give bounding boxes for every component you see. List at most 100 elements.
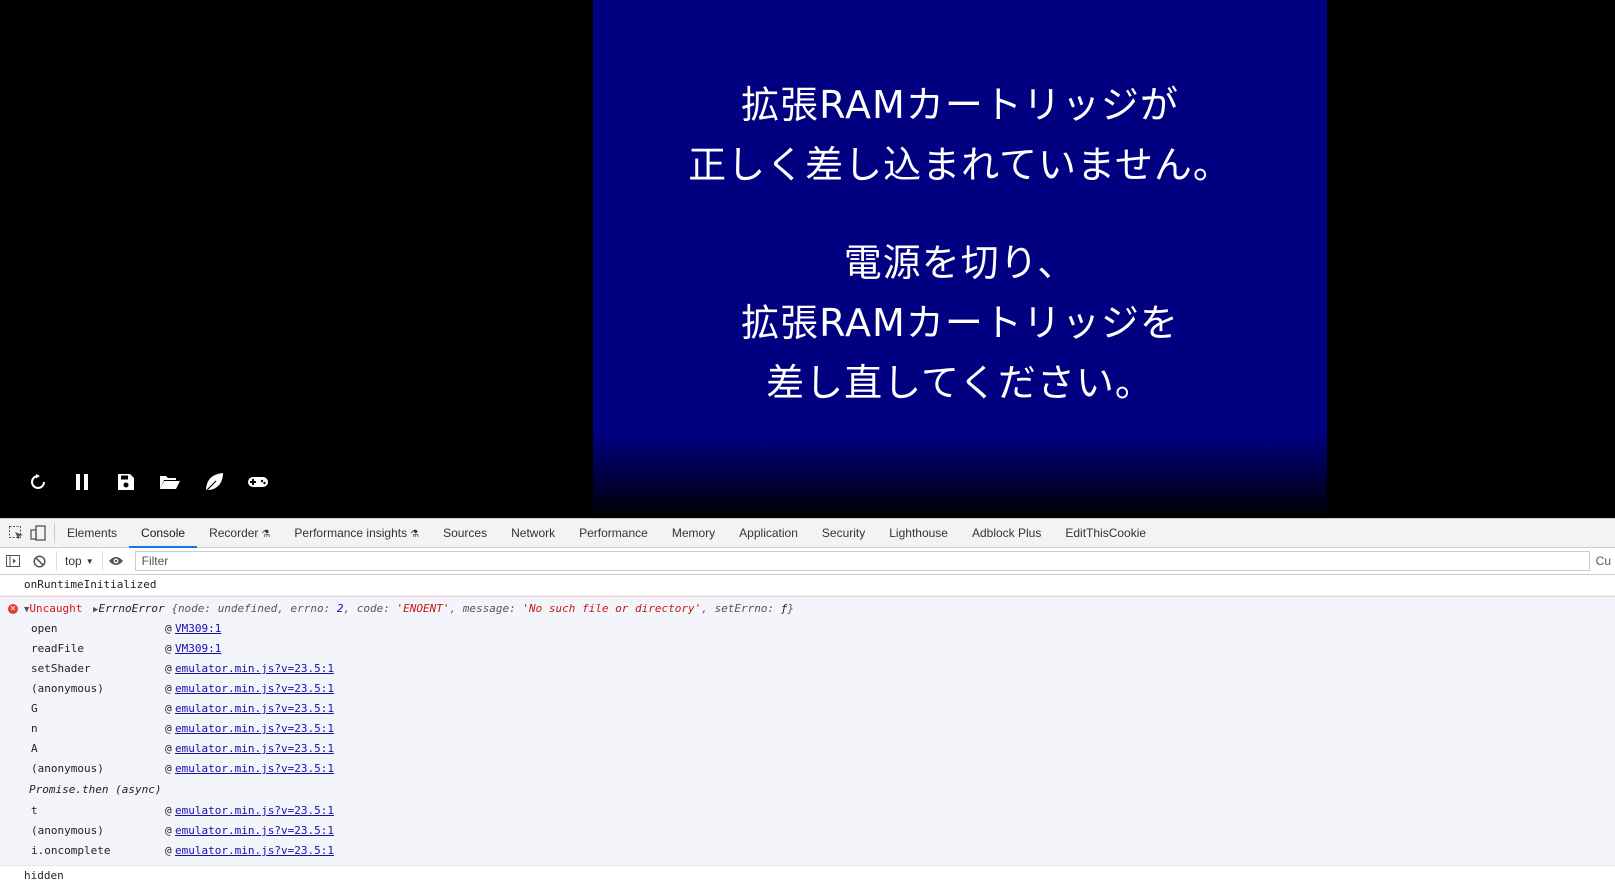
tab-elements[interactable]: Elements [55,519,129,547]
tab-network[interactable]: Network [499,519,567,547]
message-line: 正しく差し込まれていません。 [688,143,1232,187]
frame-function: (anonymous) [31,682,104,695]
stack-frame: n @ emulator.min.js?v=23.5:1 [0,719,1615,739]
stack-frame: G @ emulator.min.js?v=23.5:1 [0,699,1615,719]
console-error-message: ✕ ▼Uncaught ▶ErrnoError {node: undefined… [0,596,1615,866]
prop-value: 'No such file or directory' [522,602,702,615]
tab-memory[interactable]: Memory [660,519,727,547]
frame-source-link[interactable]: emulator.min.js?v=23.5:1 [175,659,334,679]
tab-lighthouse[interactable]: Lighthouse [877,519,960,547]
load-state-button[interactable] [148,466,192,498]
show-sidebar-button[interactable] [0,548,26,574]
stack-frame: readFile @ VM309:1 [0,639,1615,659]
frame-source-link[interactable]: emulator.min.js?v=23.5:1 [175,801,334,821]
frame-source-link[interactable]: emulator.min.js?v=23.5:1 [175,821,334,841]
async-boundary-label: Promise.then (async) [29,783,162,796]
emulator-controls [16,466,280,498]
custom-levels-dropdown[interactable]: Cu [1590,554,1615,568]
eye-icon [108,557,123,565]
frame-function: G [31,702,38,715]
prop-key: node: [177,602,212,615]
stack-frame: (anonymous) @ emulator.min.js?v=23.5:1 [0,821,1615,841]
stack-frame: i.oncomplete @ emulator.min.js?v=23.5:1 [0,841,1615,861]
frame-source-link[interactable]: emulator.min.js?v=23.5:1 [175,841,334,861]
error-icon: ✕ [8,604,18,614]
stack-frame: (anonymous) @ emulator.min.js?v=23.5:1 [0,759,1615,779]
save-state-button[interactable] [104,466,148,498]
tab-sources[interactable]: Sources [431,519,499,547]
open-folder-icon [160,476,180,489]
pause-button[interactable] [60,466,104,498]
restart-icon [31,474,45,489]
frame-source-link[interactable]: VM309:1 [175,639,221,659]
console-log-message: hidden [24,869,64,882]
clear-console-button[interactable] [26,548,52,574]
prop-value: 2 [336,602,344,615]
tab-performance[interactable]: Performance [567,519,660,547]
tab-application[interactable]: Application [727,519,810,547]
frame-function: i.oncomplete [31,844,111,857]
live-expression-button[interactable] [103,548,129,574]
shader-button[interactable] [192,466,236,498]
tab-security[interactable]: Security [810,519,877,547]
stack-frame: open @ VM309:1 [0,619,1615,639]
pause-icon [76,474,88,490]
frame-function: open [31,622,58,635]
stack-frame: setShader @ emulator.min.js?v=23.5:1 [0,659,1615,679]
tab-adblock-plus[interactable]: Adblock Plus [960,519,1053,547]
prop-key: setErrno: [714,602,775,615]
frame-function: (anonymous) [31,824,104,837]
devtools-panel: Elements Console Recorder ⚗ Performance i… [0,518,1615,882]
message-line: 拡張RAMカートリッジを [741,301,1179,345]
leaf-icon [205,473,223,492]
tab-recorder[interactable]: Recorder ⚗ [197,519,282,547]
frame-source-link[interactable]: emulator.min.js?v=23.5:1 [175,739,334,759]
devtools-tool-icons [0,523,55,543]
frame-function: setShader [31,662,91,675]
stack-frame: t @ emulator.min.js?v=23.5:1 [0,801,1615,821]
prop-key: message: [462,602,516,615]
console-toolbar: top ▼ Cu [0,548,1615,575]
console-output: onRuntimeInitialized ✕ ▼Uncaught ▶ErrnoE… [0,575,1615,886]
prop-value: undefined [217,602,278,615]
error-label[interactable]: Uncaught [29,602,82,615]
prop-key: errno: [290,602,331,615]
game-screen[interactable]: 拡張RAMカートリッジが 正しく差し込まれていません。 電源を切り、 拡張RAM… [593,0,1327,518]
tab-performance-insights[interactable]: Performance insights ⚗ [282,519,431,547]
error-type[interactable]: ErrnoError [98,602,164,615]
frame-source-link[interactable]: emulator.min.js?v=23.5:1 [175,759,334,779]
gamepad-icon [248,477,268,487]
experimental-flask-icon: ⚗ [261,529,271,540]
context-selector[interactable]: top ▼ [56,551,103,571]
frame-function: readFile [31,642,84,655]
frame-source-link[interactable]: VM309:1 [175,619,221,639]
stack-frame: A @ emulator.min.js?v=23.5:1 [0,739,1615,759]
frame-source-link[interactable]: emulator.min.js?v=23.5:1 [175,719,334,739]
tab-label: Performance insights [294,526,408,540]
tab-label: Recorder [209,526,259,540]
clear-icon [32,554,46,568]
message-line: 拡張RAMカートリッジが [741,83,1179,127]
tab-console[interactable]: Console [129,519,198,548]
sidebar-icon [6,555,20,567]
frame-source-link[interactable]: emulator.min.js?v=23.5:1 [175,679,334,699]
experimental-flask-icon: ⚗ [410,529,420,540]
frame-source-link[interactable]: emulator.min.js?v=23.5:1 [175,699,334,719]
restart-button[interactable] [16,466,60,498]
error-header: ✕ ▼Uncaught ▶ErrnoError {node: undefined… [8,602,794,615]
emulator-area: 拡張RAMカートリッジが 正しく差し込まれていません。 電源を切り、 拡張RAM… [0,0,1615,518]
filter-input[interactable] [134,551,1590,571]
frame-function: (anonymous) [31,762,104,775]
tab-editthiscookie[interactable]: EditThisCookie [1053,519,1158,547]
device-toolbar-icon[interactable] [30,525,46,541]
context-label: top [65,554,82,568]
frame-function: n [31,722,38,735]
prop-key: code: [356,602,390,615]
inspect-element-icon[interactable] [8,525,24,541]
message-line: 差し直してください。 [766,361,1154,405]
gamepad-button[interactable] [236,466,280,498]
console-log-message: onRuntimeInitialized [0,575,1615,596]
error-message-block-1: 拡張RAMカートリッジが 正しく差し込まれていません。 [593,75,1327,195]
frame-function: A [31,742,38,755]
error-message-block-2: 電源を切り、 拡張RAMカートリッジを 差し直してください。 [593,233,1327,413]
